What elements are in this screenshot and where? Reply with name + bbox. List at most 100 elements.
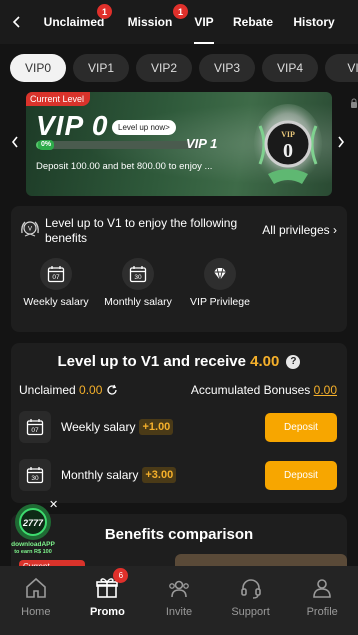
vip-banner-carousel: Current Level VIP 0 Level up now> 0% VIP… [0,92,358,196]
nav-label: Home [21,606,51,618]
tab-history[interactable]: History [284,0,344,44]
vip-level-pill-4[interactable]: VIP4 [262,54,318,82]
vip-level-card: Current Level VIP 0 Level up now> 0% VIP… [26,92,332,196]
lock-icon [351,98,357,108]
calendar-07-icon: 07 [19,411,51,443]
deposit-requirement-text: Deposit 100.00 and bet 800.00 to enjoy .… [36,161,213,172]
medal-vip-label: VIP [281,130,295,139]
nav-promo[interactable]: 6 Promo [72,566,144,635]
profile-icon [313,579,331,598]
unclaimed-summary: Unclaimed 0.00 [19,383,118,397]
level-up-rewards-title: Level up to V1 and receive 4.00 ? [11,353,347,370]
privilege-label: VIP Privilege [190,296,250,308]
diamond-icon [204,258,236,290]
vip-level-pill-2[interactable]: VIP2 [136,54,192,82]
vip-page: Unclaimed 1 Mission 1 VIP Rebate History… [0,0,358,635]
unclaimed-label: Unclaimed [19,383,76,397]
download-app-reward-text: to earn R$ 100 [14,549,52,555]
salary-name: Weekly salary [61,420,136,434]
deposit-button[interactable]: Deposit [265,412,337,442]
level-up-rewards-card: Level up to V1 and receive 4.00 ? Unclai… [11,343,347,503]
rewards-total-amount: 4.00 [250,353,280,370]
calendar-07-icon: 07 [40,258,72,290]
nav-invite[interactable]: Invite [143,566,215,635]
svg-text:2777: 2777 [22,518,44,528]
level-progress-bar: 0% [36,140,201,150]
privilege-label: Monthly salary [104,296,172,308]
accumulated-label: Accumulated Bonuses [190,383,311,397]
invite-icon [169,580,189,598]
accumulated-value[interactable]: 0.00 [314,383,337,397]
rewards-title-text: Level up to V1 and receive [57,353,246,370]
close-icon[interactable]: ✕ [49,500,60,511]
tab-vip[interactable]: VIP [186,0,222,44]
salary-bonus-amount: +1.00 [139,419,174,435]
privilege-label: Weekly salary [23,296,89,308]
nav-home[interactable]: Home [0,566,72,635]
weekly-salary-row: 07 Weekly salary +1.00 Deposit [19,411,337,443]
monthly-salary-row: 30 Monthly salary +3.00 Deposit [19,459,337,491]
download-app-text: downloadAPP [11,541,55,548]
privilege-monthly-salary[interactable]: 30 Monthly salary [93,258,183,309]
svg-text:07: 07 [52,274,60,281]
tab-unclaimed[interactable]: Unclaimed 1 [34,0,114,44]
tab-label: Mission [127,15,173,29]
nav-support[interactable]: Support [215,566,287,635]
vip-level-pill-0[interactable]: VIP0 [10,54,66,82]
notification-badge: 6 [113,568,129,583]
privileges-title: Level up to V1 to enjoy the following be… [45,216,238,245]
all-privileges-label: All privileges [262,223,330,237]
calendar-30-icon: 30 [19,459,51,491]
vip-level-pill-5[interactable]: VI [325,54,358,82]
nav-label: Promo [89,606,125,618]
bottom-navigation: Home 6 Promo Invite Support Profile [0,566,358,635]
top-navigation: Unclaimed 1 Mission 1 VIP Rebate History [0,0,358,44]
chevron-left-icon [11,136,18,148]
help-icon[interactable]: ? [286,354,301,369]
tab-bar: Unclaimed 1 Mission 1 VIP Rebate History [34,0,358,44]
salary-name: Monthly salary [61,468,139,482]
vip-level-title: VIP 0 [36,110,109,141]
tab-label: VIP [194,15,214,29]
privilege-weekly-salary[interactable]: 07 Weekly salary [11,258,101,309]
carousel-next-button[interactable] [334,132,348,152]
calendar-30-icon: 30 [122,258,154,290]
salary-bonus-amount: +3.00 [142,467,177,483]
vip-badge-icon: V [21,221,39,237]
back-button[interactable] [0,0,34,44]
unclaimed-value: 0.00 [79,383,103,397]
chevron-right-icon [338,136,345,148]
tab-label: History [293,15,335,29]
privileges-card: V Level up to V1 to enjoy the following … [11,206,347,332]
vip-level-pill-3[interactable]: VIP3 [199,54,255,82]
nav-label: Support [231,606,270,618]
tab-rebate[interactable]: Rebate [222,0,284,44]
svg-text:V: V [28,227,32,233]
current-level-tag: Current Level [26,92,91,106]
level-progress-percent: 0% [38,140,55,150]
vip-level-pill-1[interactable]: VIP1 [73,54,129,82]
svg-text:30: 30 [134,274,142,281]
nav-label: Profile [306,606,338,618]
vip-level-selector: VIP0 VIP1 VIP2 VIP3 VIP4 VI [10,54,358,82]
tab-label: Rebate [232,15,273,29]
svg-text:30: 30 [31,475,39,482]
tab-mission[interactable]: Mission 1 [114,0,188,44]
accumulated-summary: Accumulated Bonuses 0.00 [191,383,337,397]
privilege-vip[interactable]: VIP Privilege [175,258,265,309]
chevron-left-icon [12,16,20,28]
medal-level-number: 0 [283,140,293,162]
svg-text:07: 07 [31,427,39,434]
nav-profile[interactable]: Profile [286,566,358,635]
level-up-now-button[interactable]: Level up now> [112,120,176,135]
deposit-button[interactable]: Deposit [265,460,337,490]
vip-medal-icon: VIP 0 [254,104,322,184]
next-vip-level: VIP 1 [186,136,218,151]
notification-badge: 1 [97,4,112,19]
tab-label: Unclaimed [43,15,105,29]
carousel-prev-button[interactable] [8,132,22,152]
all-privileges-link[interactable]: All privileges › [262,223,337,237]
refresh-icon[interactable] [106,384,118,396]
headset-icon [240,579,261,599]
bonus-summary-row: Unclaimed 0.00 Accumulated Bonuses 0.00 [19,383,337,397]
